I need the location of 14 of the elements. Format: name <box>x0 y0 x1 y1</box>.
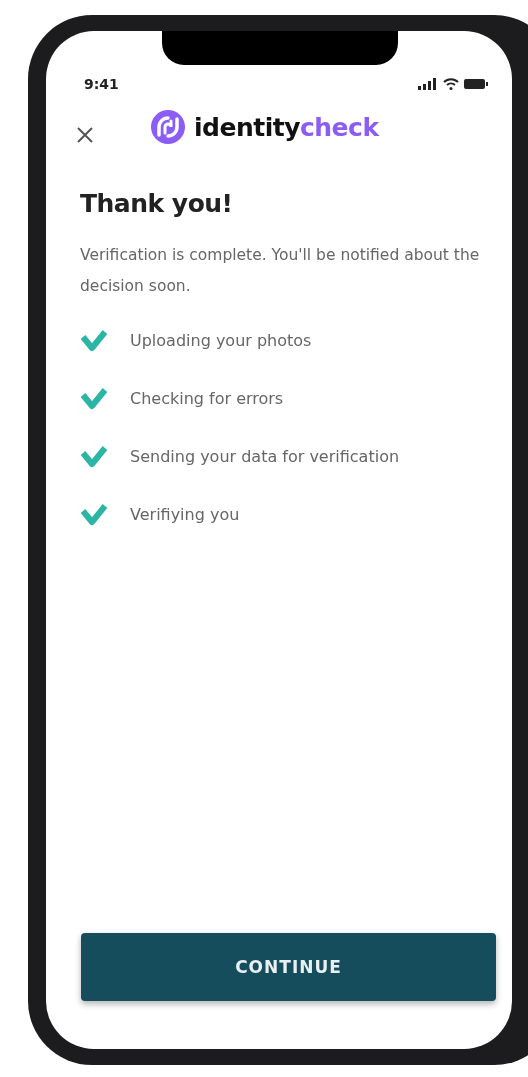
close-icon[interactable] <box>76 126 94 144</box>
continue-button[interactable]: CONTINUE <box>81 933 496 1001</box>
page-title: Thank you! <box>80 189 234 218</box>
swirl-logo-icon <box>150 109 186 145</box>
step-label: Sending your data for verification <box>130 446 400 466</box>
step-label: Uploading your photos <box>130 330 312 350</box>
step-label: Checking for errors <box>130 388 284 408</box>
wifi-icon <box>443 78 459 90</box>
step-label: Verifiying you <box>130 504 240 524</box>
logo-wordmark: identitycheck <box>194 112 379 142</box>
status-time: 9:41 <box>84 76 119 92</box>
completion-message: Verification is complete. You'll be notified about the decision soon. <box>80 245 481 297</box>
signal-icon <box>418 78 438 90</box>
battery-icon <box>464 78 488 90</box>
